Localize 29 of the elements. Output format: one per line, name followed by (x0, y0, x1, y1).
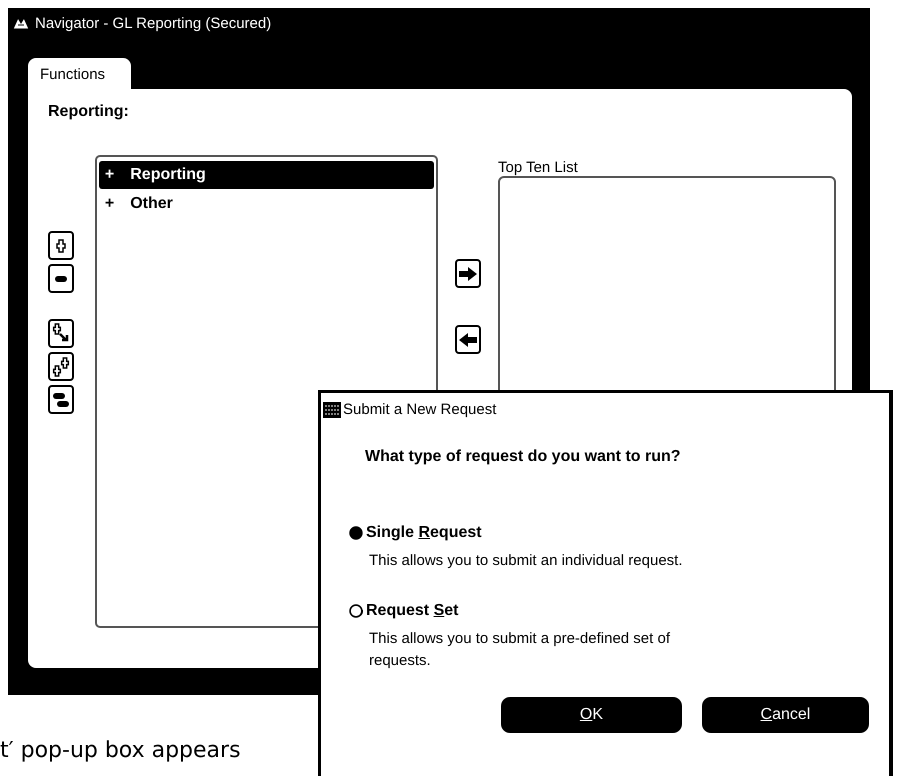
option-description: This allows you to submit a pre-defined set of requests. (369, 628, 671, 670)
expand-all-button[interactable] (48, 352, 74, 381)
remove-button[interactable] (455, 325, 482, 354)
tab[interactable]: Functions (28, 58, 132, 89)
window-icon (12, 16, 30, 30)
dialog-title: Submit a New Request (343, 401, 496, 418)
double-plus-icon (51, 356, 71, 378)
plus-icon (54, 238, 68, 252)
radio-option[interactable]: Single Request (349, 524, 482, 542)
expand-branch-button[interactable] (48, 319, 74, 348)
dialog-icon (323, 402, 341, 418)
add-button[interactable] (455, 259, 482, 288)
plus-arrow-icon (51, 322, 71, 344)
expand-button[interactable] (48, 231, 74, 260)
question: What type of request do you want to run? (365, 448, 682, 466)
window-title: Navigator - GL Reporting (Secured) (35, 14, 272, 32)
section-heading: Reporting: (48, 103, 130, 121)
cancel-button[interactable]: Cancel (702, 697, 869, 734)
radio-option[interactable]: Request Set (349, 602, 458, 620)
list-label: Top Ten List (498, 159, 579, 176)
option-description: This allows you to submit an individual request. (369, 551, 684, 571)
minus-icon (55, 276, 67, 282)
collapse-all-button[interactable] (48, 385, 74, 414)
left-arrow-icon (459, 332, 478, 346)
ok-button[interactable]: OK (501, 697, 682, 734)
list-item[interactable]: + Reporting (98, 161, 434, 189)
right-arrow-icon (459, 266, 478, 280)
collapse-button[interactable] (48, 264, 74, 293)
caption: t′ pop-up box appears (0, 738, 241, 763)
